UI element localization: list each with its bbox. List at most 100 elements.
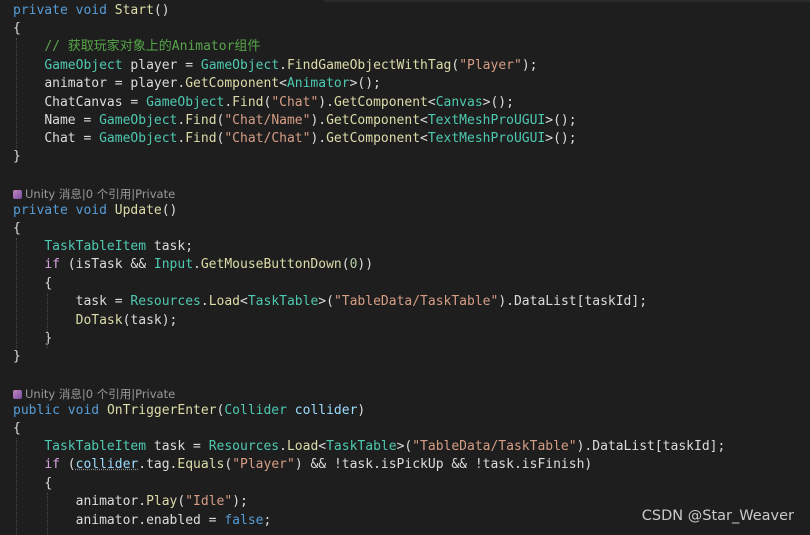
code-token: } [13,149,21,164]
code-line[interactable]: animator.Play("Idle"); [13,493,248,511]
code-token: Animator [286,76,350,91]
code-token: "TableData/TaskTable" [333,294,499,309]
codelens-annotation[interactable]: Unity 消息|0 个引用|Private [13,186,175,202]
code-line[interactable]: if (isTask && Input.GetMouseButtonDown(0… [13,256,373,274]
code-token: TaskTableItem [44,439,147,454]
code-token: Resources [208,439,280,454]
code-token: ); [521,58,538,73]
code-token: private [13,3,68,18]
unity-icon [13,390,22,399]
code-token: Input [153,257,194,272]
code-token: ; [263,513,272,528]
code-line[interactable]: public void OnTriggerEnter(Collider coll… [13,402,365,420]
code-token: if [44,257,60,272]
code-line[interactable]: { [13,475,52,493]
code-line[interactable]: Chat = GameObject.Find("Chat/Chat").GetC… [13,130,577,148]
code-token: . [193,257,201,272]
code-line[interactable]: GameObject player = GameObject.FindGameO… [13,57,537,75]
code-token: >(); [545,131,577,146]
code-line[interactable]: { [13,275,52,293]
indent-guide [16,38,17,148]
code-line[interactable]: if (collider.tag.Equals("Player") && !ta… [13,456,592,474]
code-token: { [13,21,21,36]
code-token: GetComponent [326,113,421,128]
code-token: "TableData/TaskTable" [412,439,577,454]
code-token: task; [146,239,194,254]
code-token: >( [318,294,334,309]
code-token: .tag. [138,457,178,472]
code-line[interactable]: private void Start() [13,2,170,20]
code-line[interactable]: } [13,148,21,166]
code-token: animator. [75,494,147,509]
code-token: GetComponent [185,76,280,91]
code-token: ) [357,403,366,418]
code-token: ChatCanvas = [44,95,147,110]
code-token: Canvas [435,95,483,110]
codelens-text[interactable]: Unity 消息|0 个引用|Private [25,187,175,201]
code-token: ).DataList[taskId]; [498,294,648,309]
code-token: < [420,131,428,146]
code-token: TaskTableItem [44,239,147,254]
code-line[interactable]: // 获取玩家对象上的Animator组件 [13,38,260,56]
code-token: Find [185,113,217,128]
code-line[interactable]: } [13,348,21,366]
code-line[interactable]: animator.enabled = false; [13,512,272,530]
indent-guide [16,238,17,348]
code-token: FindGameObjectWithTag [286,58,452,73]
code-token: Find [185,131,217,146]
indent-guide [47,293,48,348]
editor-top-strip [324,0,810,2]
code-token: Load [286,439,319,454]
code-line[interactable]: Name = GameObject.Find("Chat/Name").GetC… [13,112,577,130]
code-token: () [161,203,178,218]
code-token: false [224,513,264,528]
code-token: GameObject [99,131,178,146]
code-token: "Chat/Name" [224,113,311,128]
code-line[interactable]: ChatCanvas = GameObject.Find("Chat").Get… [13,94,514,112]
codelens-text[interactable]: Unity 消息|0 个引用|Private [25,387,175,401]
code-token: animator = player. [44,76,186,91]
code-token: ( [451,58,460,73]
code-line[interactable]: { [13,20,21,38]
code-line[interactable]: private void Update() [13,202,177,220]
code-token: task = [146,439,209,454]
codelens-annotation[interactable]: Unity 消息|0 个引用|Private [13,386,175,402]
code-token: "Idle" [185,494,233,509]
code-line[interactable]: { [13,420,21,438]
code-token: GetComponent [326,131,421,146]
code-token: GameObject [44,58,123,73]
code-token: >(); [545,113,577,128]
code-line[interactable]: animator = player.GetComponent<Animator>… [13,75,381,93]
code-line[interactable]: task = Resources.Load<TaskTable>("TableD… [13,293,647,311]
code-token: ( [341,257,350,272]
code-token: { [13,221,21,236]
code-token: collider [75,457,139,472]
code-line[interactable]: { [13,220,21,238]
code-token: < [279,76,287,91]
code-token: >( [396,439,413,454]
code-line[interactable]: TaskTableItem task = Resources.Load<Task… [13,438,725,456]
code-token: void [67,403,100,418]
code-token: Play [146,494,178,509]
code-token: } [44,331,53,346]
code-line[interactable]: DoTask(task); [13,312,178,330]
code-line[interactable]: TaskTableItem task; [13,238,193,256]
code-editor[interactable]: private void Start(){ // 获取玩家对象上的Animato… [0,0,810,535]
code-token: private [13,203,68,218]
code-token: < [240,294,248,309]
